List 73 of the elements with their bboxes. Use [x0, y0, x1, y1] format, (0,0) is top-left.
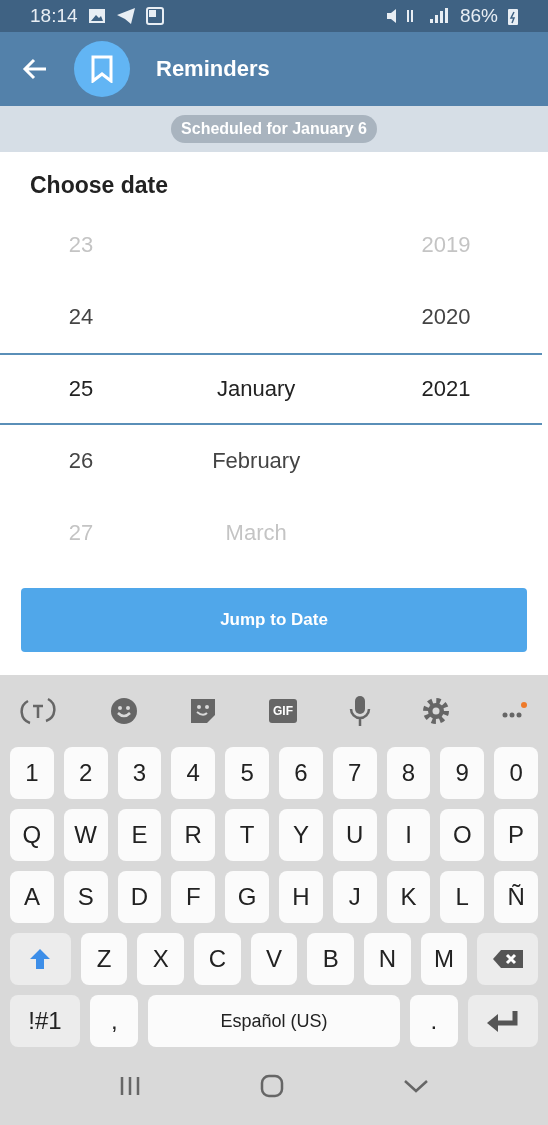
keyboard-key[interactable]: 4 — [171, 747, 216, 799]
month-option[interactable]: January — [217, 376, 296, 402]
keyboard-key[interactable]: H — [279, 871, 323, 923]
keyboard-key[interactable]: 0 — [494, 747, 538, 799]
keyboard-key[interactable]: W — [63, 809, 108, 861]
keyboard-key[interactable]: M — [420, 933, 468, 985]
keyboard-key[interactable]: L — [440, 871, 485, 923]
keyboard-key[interactable]: 5 — [225, 747, 269, 799]
day-option[interactable]: 25 — [68, 376, 94, 402]
keyboard-key[interactable]: U — [332, 809, 377, 861]
keyboard-key[interactable]: E — [117, 809, 162, 861]
clock-time: 18:14 — [30, 5, 78, 27]
month-option[interactable]: February — [212, 448, 301, 474]
symbols-key[interactable]: !#1 — [10, 995, 81, 1047]
keyboard-key[interactable]: 1 — [10, 747, 54, 799]
keyboard-key[interactable]: S — [63, 871, 108, 923]
keyboard-key[interactable]: V — [250, 933, 298, 985]
keyboard-key[interactable]: . — [409, 995, 458, 1047]
year-option[interactable]: 2021 — [421, 376, 471, 402]
backspace-icon — [491, 949, 524, 969]
keyboard-key[interactable]: I — [386, 809, 431, 861]
home-icon[interactable] — [260, 1074, 284, 1098]
keyboard-key[interactable]: 2 — [63, 747, 108, 799]
keyboard-key[interactable]: B — [307, 933, 355, 985]
space-key[interactable]: Español (US) — [148, 995, 400, 1047]
text-mode-icon[interactable] — [20, 695, 58, 727]
microphone-icon[interactable] — [348, 695, 371, 727]
keyboard-key[interactable]: 8 — [386, 747, 431, 799]
emoji-icon[interactable] — [109, 697, 138, 725]
keyboard-key[interactable]: D — [117, 871, 162, 923]
hide-keyboard-icon[interactable] — [402, 1078, 429, 1094]
chat-title: Reminders — [156, 56, 270, 82]
keyboard-key[interactable]: G — [225, 871, 269, 923]
bookmark-icon — [91, 55, 113, 83]
paper-plane-icon — [115, 7, 136, 25]
keyboard-key[interactable]: T — [225, 809, 269, 861]
recent-apps-icon[interactable] — [119, 1075, 142, 1097]
keyboard-key[interactable]: C — [194, 933, 241, 985]
keyboard-key[interactable]: Q — [10, 809, 54, 861]
signal-icons — [385, 7, 450, 25]
keyboard-key[interactable]: N — [364, 933, 411, 985]
keyboard-key[interactable]: P — [494, 809, 538, 861]
year-option[interactable]: 2020 — [421, 304, 471, 330]
keyboard-key[interactable]: , — [90, 995, 139, 1047]
battery-percent: 86% — [459, 5, 498, 27]
keyboard-key[interactable]: Ñ — [494, 871, 538, 923]
keyboard-key[interactable]: O — [440, 809, 485, 861]
keyboard-key[interactable]: R — [171, 809, 216, 861]
keyboard-key[interactable]: K — [386, 871, 431, 923]
keyboard-key[interactable]: X — [137, 933, 184, 985]
day-option[interactable]: 26 — [68, 448, 94, 474]
dialog-title: Choose date — [29, 171, 170, 200]
keyboard-key[interactable]: J — [332, 871, 377, 923]
gif-icon[interactable]: GIF — [268, 699, 297, 723]
image-icon — [87, 8, 106, 24]
keyboard-key[interactable]: A — [10, 871, 54, 923]
keyboard-key[interactable]: F — [171, 871, 216, 923]
keyboard-key[interactable]: 7 — [332, 747, 377, 799]
back-icon[interactable] — [22, 58, 48, 80]
keyboard-key[interactable]: 6 — [279, 747, 323, 799]
sticker-icon[interactable] — [189, 697, 218, 725]
keyboard-key[interactable]: 3 — [117, 747, 162, 799]
backspace-key[interactable] — [477, 933, 539, 985]
day-option[interactable]: 24 — [68, 304, 94, 330]
up-arrow-icon — [29, 948, 52, 970]
shift-key[interactable] — [10, 933, 71, 985]
enter-key[interactable] — [467, 995, 538, 1047]
date-pill: Scheduled for January 6 — [171, 115, 377, 143]
battery-icon — [508, 7, 518, 25]
keyboard-key[interactable]: Z — [80, 933, 128, 985]
keyboard-key[interactable]: Y — [279, 809, 323, 861]
settings-icon[interactable] — [422, 697, 451, 725]
keyboard-key[interactable]: 9 — [440, 747, 485, 799]
